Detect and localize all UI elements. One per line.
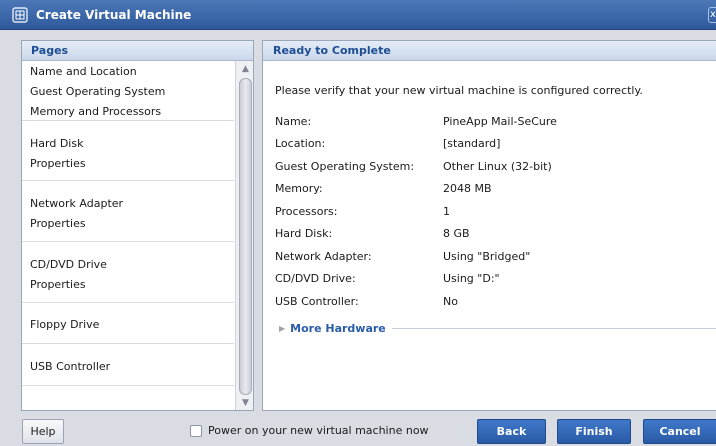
more-hardware-label: More Hardware <box>290 321 386 335</box>
summary-table: Name: PineApp Mail-SeCure Location: [sta… <box>275 110 703 313</box>
scroll-down-icon[interactable]: ▼ <box>238 396 253 410</box>
intro-text: Please verify that your new virtual mach… <box>275 84 643 97</box>
summary-row-network-adapter: Network Adapter: Using "Bridged" <box>275 245 703 268</box>
summary-label: CD/DVD Drive: <box>275 272 356 286</box>
scroll-thumb[interactable] <box>239 78 252 395</box>
page-usb-controller[interactable]: USB Controller <box>30 357 226 377</box>
divider <box>391 327 716 329</box>
summary-row-name: Name: PineApp Mail-SeCure <box>275 110 703 133</box>
expand-triangle-icon: ▶ <box>279 323 286 333</box>
scroll-up-icon[interactable]: ▲ <box>238 62 253 76</box>
summary-value: Other Linux (32-bit) <box>443 159 552 173</box>
cancel-button[interactable]: Cancel <box>643 419 716 444</box>
summary-value: Using "D:" <box>443 272 500 286</box>
summary-row-usb-controller: USB Controller: No <box>275 290 703 313</box>
page-group-general: Name and Location Guest Operating System… <box>22 61 234 121</box>
page-hard-disk-properties[interactable]: Properties <box>30 154 226 174</box>
summary-value: Using "Bridged" <box>443 249 531 263</box>
summary-row-cd-dvd-drive: CD/DVD Drive: Using "D:" <box>275 268 703 291</box>
power-on-checkbox[interactable] <box>190 424 202 437</box>
page-hard-disk[interactable]: Hard Disk <box>30 134 226 154</box>
ready-to-complete-panel: Ready to Complete Please verify that you… <box>262 40 716 411</box>
summary-label: Processors: <box>275 204 338 218</box>
page-cd-dvd-drive[interactable]: CD/DVD Drive <box>30 255 226 275</box>
summary-label: Guest Operating System: <box>275 159 415 173</box>
finish-button[interactable]: Finish <box>557 419 631 444</box>
page-network-adapter[interactable]: Network Adapter <box>30 194 226 214</box>
page-group-floppy-drive: Floppy Drive <box>22 303 234 344</box>
page-group-hard-disk: Hard Disk Properties <box>22 121 234 181</box>
summary-value: [standard] <box>443 137 501 151</box>
summary-value: PineApp Mail-SeCure <box>443 114 557 128</box>
page-network-adapter-properties[interactable]: Properties <box>30 214 226 234</box>
back-button[interactable]: Back <box>477 419 546 444</box>
more-hardware-expander[interactable]: ▶ More Hardware <box>279 320 716 336</box>
pages-header: Pages <box>22 41 253 61</box>
title-bar: Create Virtual Machine x <box>0 0 716 30</box>
page-guest-operating-system[interactable]: Guest Operating System <box>30 82 226 102</box>
power-on-label: Power on your new virtual machine now <box>208 424 429 437</box>
page-floppy-drive[interactable]: Floppy Drive <box>30 315 226 335</box>
vm-icon <box>12 6 28 23</box>
pages-list: Name and Location Guest Operating System… <box>22 61 234 410</box>
pages-panel: Pages Name and Location Guest Operating … <box>21 40 254 411</box>
page-group-network-adapter: Network Adapter Properties <box>22 181 234 242</box>
close-icon: x <box>710 9 716 20</box>
summary-value: 2048 MB <box>443 182 492 196</box>
close-button[interactable]: x <box>708 7 716 23</box>
pages-scrollbar[interactable]: ▲ ▼ <box>235 61 253 410</box>
button-bar: Help Power on your new virtual machine n… <box>0 413 716 446</box>
page-group-usb-controller: USB Controller <box>22 344 234 386</box>
summary-row-memory: Memory: 2048 MB <box>275 178 703 201</box>
summary-label: Location: <box>275 137 326 151</box>
summary-label: Name: <box>275 114 312 128</box>
summary-row-guest-os: Guest Operating System: Other Linux (32-… <box>275 155 703 178</box>
page-name-and-location[interactable]: Name and Location <box>30 62 226 82</box>
summary-label: Hard Disk: <box>275 227 333 241</box>
summary-value: 8 GB <box>443 227 470 241</box>
page-group-cd-dvd-drive: CD/DVD Drive Properties <box>22 242 234 303</box>
summary-value: No <box>443 294 458 308</box>
main-header: Ready to Complete <box>263 41 716 61</box>
power-on-option[interactable]: Power on your new virtual machine now <box>190 424 429 437</box>
summary-row-location: Location: [standard] <box>275 133 703 156</box>
summary-row-hard-disk: Hard Disk: 8 GB <box>275 223 703 246</box>
summary-label: Memory: <box>275 182 323 196</box>
page-memory-and-processors[interactable]: Memory and Processors <box>30 102 226 122</box>
help-button[interactable]: Help <box>22 419 64 444</box>
summary-row-processors: Processors: 1 <box>275 200 703 223</box>
summary-label: USB Controller: <box>275 294 359 308</box>
summary-label: Network Adapter: <box>275 249 372 263</box>
summary-value: 1 <box>443 204 450 218</box>
page-cd-dvd-drive-properties[interactable]: Properties <box>30 275 226 295</box>
window-title: Create Virtual Machine <box>36 7 192 22</box>
